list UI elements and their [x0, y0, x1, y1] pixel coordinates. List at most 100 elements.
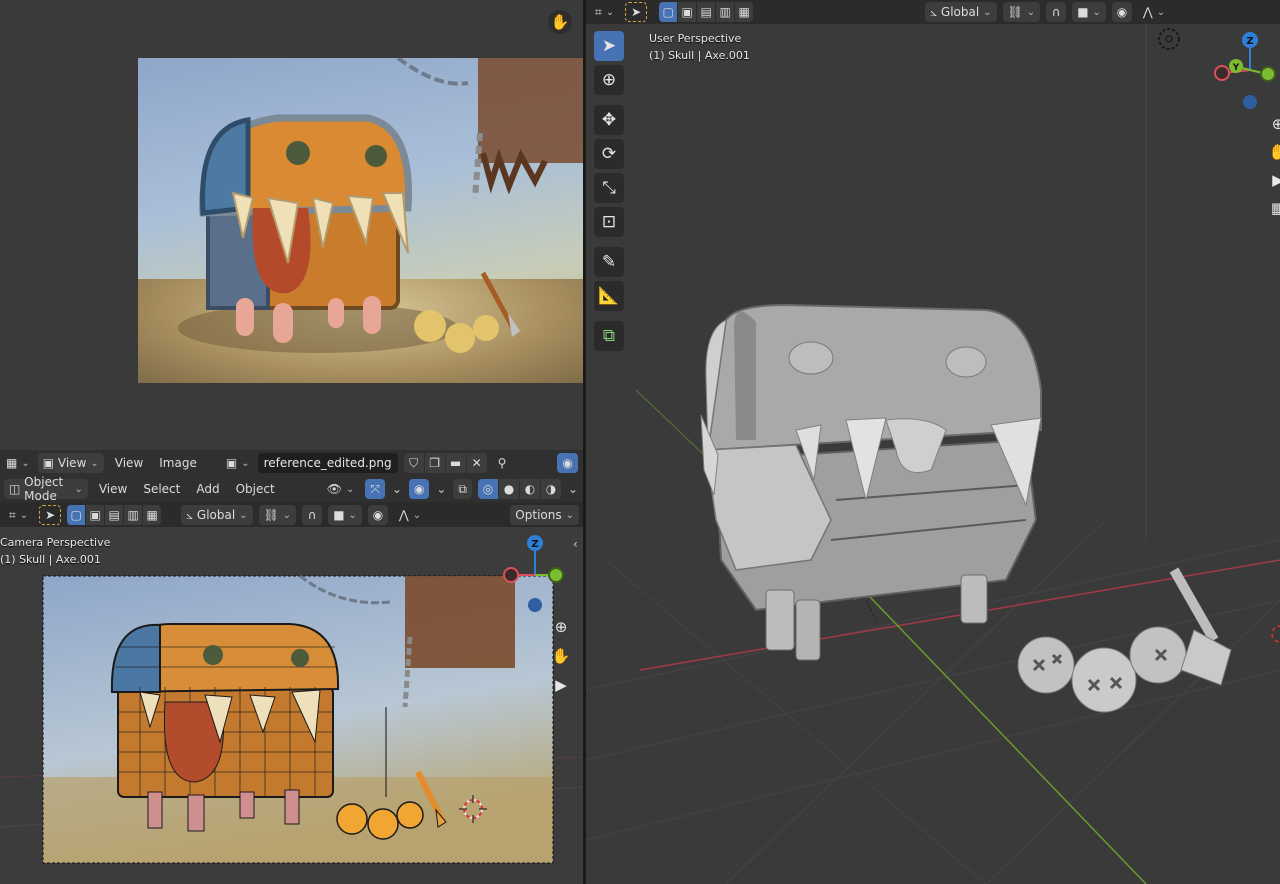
- transform-icon[interactable]: ⊡: [594, 207, 624, 237]
- camera-icon[interactable]: ▶: [549, 673, 573, 697]
- pivot-dropdown[interactable]: ⛓: [1002, 2, 1041, 22]
- collapse-sidebar-arrow[interactable]: ‹: [573, 537, 578, 551]
- menu-add[interactable]: Add: [191, 482, 224, 496]
- select-new-icon[interactable]: ▢: [659, 2, 678, 22]
- zoom-icon[interactable]: ⊕: [1266, 112, 1280, 136]
- orientation-dropdown[interactable]: ⦣ Global: [925, 2, 997, 22]
- shield-icon[interactable]: ⛉: [403, 453, 424, 473]
- menu-select[interactable]: Select: [138, 482, 185, 496]
- navigation-gizmo[interactable]: Z: [500, 533, 570, 613]
- close-icon[interactable]: ✕: [466, 453, 487, 473]
- pin-icon[interactable]: ⚲: [493, 453, 512, 473]
- gizmo-y-label: Y: [1232, 63, 1240, 73]
- chevron-down-icon[interactable]: ⌄: [435, 479, 447, 499]
- axis-icon: ⦣: [930, 4, 938, 19]
- snap-target-dropdown[interactable]: ■: [1072, 2, 1106, 22]
- transform-pivot-icon[interactable]: ⌗: [4, 505, 33, 525]
- menu-view[interactable]: View: [94, 482, 132, 496]
- axis-icon: ⦣: [186, 507, 194, 522]
- orientation-dropdown[interactable]: ⦣ Global: [181, 505, 253, 525]
- transform-pivot-icon[interactable]: ⌗: [590, 2, 619, 22]
- select-invert-icon[interactable]: ▥: [124, 505, 143, 525]
- rotate-icon[interactable]: ⟳: [594, 139, 624, 169]
- select-intersect-icon[interactable]: ▦: [143, 505, 162, 525]
- hand-icon[interactable]: ✋: [548, 10, 572, 34]
- overlay-toggle-icon[interactable]: ◉: [557, 453, 578, 473]
- gizmo-z-label: Z: [531, 539, 538, 550]
- image-browse-button[interactable]: ▣: [224, 453, 252, 473]
- select-subtract-icon[interactable]: ▤: [105, 505, 124, 525]
- snap-icon[interactable]: ∩: [302, 505, 323, 525]
- duplicate-icon[interactable]: ❐: [424, 453, 445, 473]
- menu-view[interactable]: View: [110, 456, 148, 470]
- rendered-shading-icon[interactable]: ◑: [541, 479, 561, 499]
- reference-illustration: [178, 58, 583, 353]
- hand-icon[interactable]: ✋: [1266, 140, 1280, 164]
- select-intersect-icon[interactable]: ▦: [735, 2, 754, 22]
- measure-icon[interactable]: 📐: [594, 281, 624, 311]
- proportional-edit-icon[interactable]: ◉: [1111, 2, 1132, 22]
- gizmo-toggle-icon[interactable]: ⤧: [365, 479, 385, 499]
- proportional-edit-icon[interactable]: ◉: [367, 505, 388, 525]
- camera-icon[interactable]: ▶: [1266, 168, 1280, 192]
- viewport-right-tool-header: ⌗ ➤ ▢ ▣ ▤ ▥ ▦ ⦣ Global ⛓ ∩ ■ ◉ ⋀: [586, 0, 1280, 24]
- select-extend-icon[interactable]: ▣: [678, 2, 697, 22]
- select-subtract-icon[interactable]: ▤: [697, 2, 716, 22]
- viewport-left[interactable]: Camera Perspective (1) Skull | Axe.001 Z…: [0, 527, 583, 884]
- editor-type-button[interactable]: ▦: [4, 453, 32, 473]
- scale-icon[interactable]: ⤡: [594, 173, 624, 203]
- annotate-icon[interactable]: ✎: [594, 247, 624, 277]
- cursor-icon[interactable]: ➤: [594, 31, 624, 61]
- snap-icon[interactable]: ∩: [1046, 2, 1067, 22]
- object-mode-dropdown[interactable]: ◫ Object Mode: [4, 475, 88, 503]
- falloff-icon[interactable]: ⋀: [1138, 2, 1170, 22]
- pivot-dropdown[interactable]: ⛓: [258, 505, 297, 525]
- menu-object[interactable]: Object: [231, 482, 280, 496]
- viewport-left-header: ◫ Object Mode View Select Add Object 👁 ⤧…: [0, 475, 583, 503]
- shading-modes: ◎ ● ◐ ◑: [478, 479, 561, 499]
- eye-icon[interactable]: 👁: [322, 479, 360, 499]
- cube-icon: ◫: [9, 482, 21, 496]
- select-invert-icon[interactable]: ▥: [716, 2, 735, 22]
- viewport-right-perspective-label: User Perspective: [649, 32, 742, 45]
- folder-icon[interactable]: ▬: [445, 453, 466, 473]
- overlay-toggle-icon[interactable]: ◉: [408, 479, 430, 499]
- view-mode-dropdown[interactable]: ▣ View: [37, 453, 104, 473]
- viewport-left-nav-buttons: ⊕ ✋ ▶: [549, 615, 573, 697]
- image-icon: ▣: [42, 456, 55, 470]
- grid-icon[interactable]: ▦: [1266, 196, 1280, 220]
- viewport-left-perspective-label: Camera Perspective: [0, 536, 111, 549]
- navigation-gizmo[interactable]: Z Y: [1212, 30, 1280, 112]
- add-cube-icon[interactable]: ⧉: [594, 321, 624, 351]
- viewport-right[interactable]: User Perspective (1) Skull | Axe.001 ➤ ⊕…: [586, 0, 1280, 884]
- hand-icon[interactable]: ✋: [549, 644, 573, 668]
- viewport-left-tool-header: ⌗ ➤ ▢ ▣ ▤ ▥ ▦ ⦣ Global ⛓ ∩ ■ ◉ ⋀ Options: [0, 502, 583, 528]
- cursor-icon[interactable]: ➤: [39, 505, 62, 525]
- image-editor-header: ▦ ▣ View View Image ▣ reference_edited.p…: [0, 450, 628, 476]
- crosshair-icon[interactable]: ⊕: [594, 65, 624, 95]
- selection-modes: ▢ ▣ ▤ ▥ ▦: [67, 505, 162, 525]
- chevron-down-icon[interactable]: ⌄: [391, 479, 403, 499]
- viewport-left-scene: [0, 574, 583, 864]
- falloff-icon[interactable]: ⋀: [394, 505, 426, 525]
- viewport-right-nav-buttons: ⊕ ✋ ▶ ▦: [1266, 112, 1280, 220]
- select-new-icon[interactable]: ▢: [67, 505, 86, 525]
- move-icon[interactable]: ✥: [594, 105, 624, 135]
- xray-icon[interactable]: ⧉: [453, 479, 472, 499]
- snap-target-dropdown[interactable]: ■: [328, 505, 362, 525]
- reference-image: [138, 58, 583, 383]
- cursor-icon[interactable]: ➤: [625, 2, 648, 22]
- image-editor: ✋: [0, 0, 583, 450]
- material-shading-icon[interactable]: ◐: [520, 479, 540, 499]
- image-name-field[interactable]: reference_edited.png: [257, 453, 398, 473]
- viewport-right-info: User Perspective (1) Skull | Axe.001: [649, 30, 750, 64]
- options-dropdown[interactable]: Options: [510, 505, 579, 525]
- zoom-icon[interactable]: ⊕: [549, 615, 573, 639]
- viewport-left-object-label: (1) Skull | Axe.001: [0, 553, 101, 566]
- wireframe-shading-icon[interactable]: ◎: [478, 479, 498, 499]
- chevron-down-icon[interactable]: ⌄: [567, 479, 579, 499]
- viewport-left-info: Camera Perspective (1) Skull | Axe.001: [0, 534, 110, 568]
- menu-image[interactable]: Image: [154, 456, 202, 470]
- solid-shading-icon[interactable]: ●: [499, 479, 519, 499]
- select-extend-icon[interactable]: ▣: [86, 505, 105, 525]
